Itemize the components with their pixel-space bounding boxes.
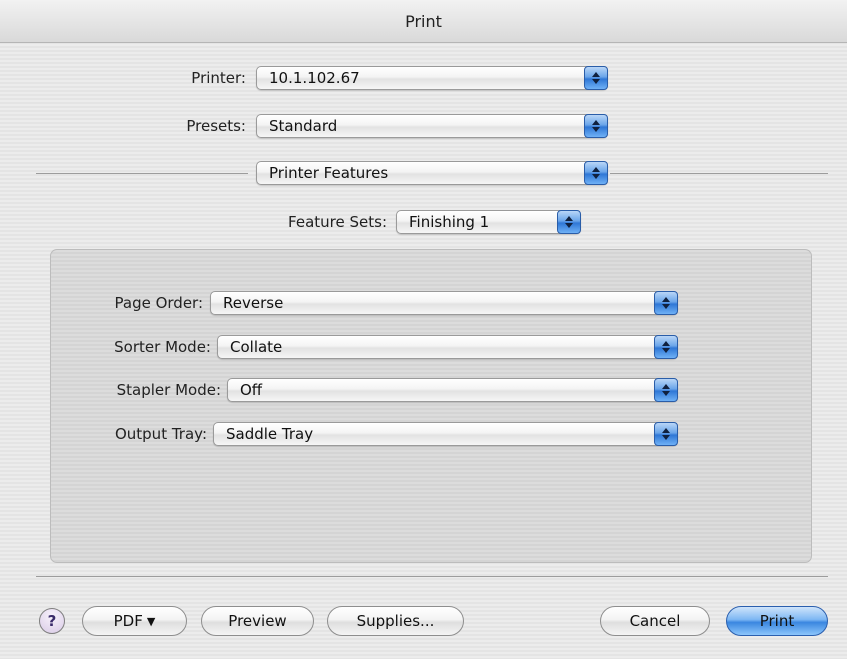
up-down-arrows-icon [654,335,678,359]
up-down-arrows-icon [557,210,581,234]
feature-sets-popup[interactable]: Finishing 1 [396,210,581,234]
feature-row-stapler-mode: Stapler Mode: Off [0,378,678,402]
feature-sets-row: Feature Sets: Finishing 1 [0,210,581,234]
window-title: Print [405,11,442,31]
print-button[interactable]: Print [726,606,828,636]
feature-row-output-tray: Output Tray: Saddle Tray [0,422,678,446]
up-down-arrows-icon [654,422,678,446]
title-bar: Print [0,0,847,43]
sorter-mode-popup[interactable]: Collate [217,335,678,359]
separator-left [36,173,248,174]
page-order-label: Page Order: [114,294,204,312]
help-button[interactable]: ? [39,608,65,634]
presets-value: Standard [269,117,338,135]
sorter-mode-label: Sorter Mode: [114,338,211,356]
presets-popup[interactable]: Standard [256,114,608,138]
cancel-button[interactable]: Cancel [600,606,710,636]
triangle-down-icon: ▼ [146,614,156,628]
pane-row: Printer Features [256,161,608,185]
output-tray-value: Saddle Tray [226,425,314,443]
feature-sets-value: Finishing 1 [409,213,490,231]
pdf-button[interactable]: PDF ▼ [82,606,187,636]
preview-button[interactable]: Preview [201,606,314,636]
stapler-mode-value: Off [240,381,263,399]
print-button-label: Print [759,612,795,630]
printer-value: 10.1.102.67 [269,69,360,87]
output-tray-label: Output Tray: [114,425,207,443]
pane-value: Printer Features [269,164,389,182]
page-order-value: Reverse [223,294,284,312]
question-mark-icon: ? [47,612,57,630]
pane-popup[interactable]: Printer Features [256,161,608,185]
printer-popup[interactable]: 10.1.102.67 [256,66,608,90]
separator-right [610,173,828,174]
sorter-mode-value: Collate [230,338,283,356]
presets-row: Presets: Standard [0,114,608,138]
stapler-mode-label: Stapler Mode: [116,381,221,399]
up-down-arrows-icon [584,161,608,185]
stapler-mode-popup[interactable]: Off [227,378,678,402]
feature-row-page-order: Page Order: Reverse [0,291,678,315]
supplies-button-label: Supplies... [356,612,435,630]
bottom-separator [36,576,828,577]
up-down-arrows-icon [584,66,608,90]
output-tray-popup[interactable]: Saddle Tray [213,422,678,446]
feature-sets-label: Feature Sets: [288,213,387,231]
page-order-popup[interactable]: Reverse [210,291,678,315]
cancel-button-label: Cancel [629,612,681,630]
up-down-arrows-icon [654,291,678,315]
presets-label: Presets: [186,117,246,135]
printer-row: Printer: 10.1.102.67 [0,66,608,90]
up-down-arrows-icon [654,378,678,402]
feature-row-sorter-mode: Sorter Mode: Collate [0,335,678,359]
up-down-arrows-icon [584,114,608,138]
preview-button-label: Preview [228,612,287,630]
supplies-button[interactable]: Supplies... [327,606,464,636]
pdf-button-label: PDF [113,612,143,630]
printer-label: Printer: [191,69,246,87]
